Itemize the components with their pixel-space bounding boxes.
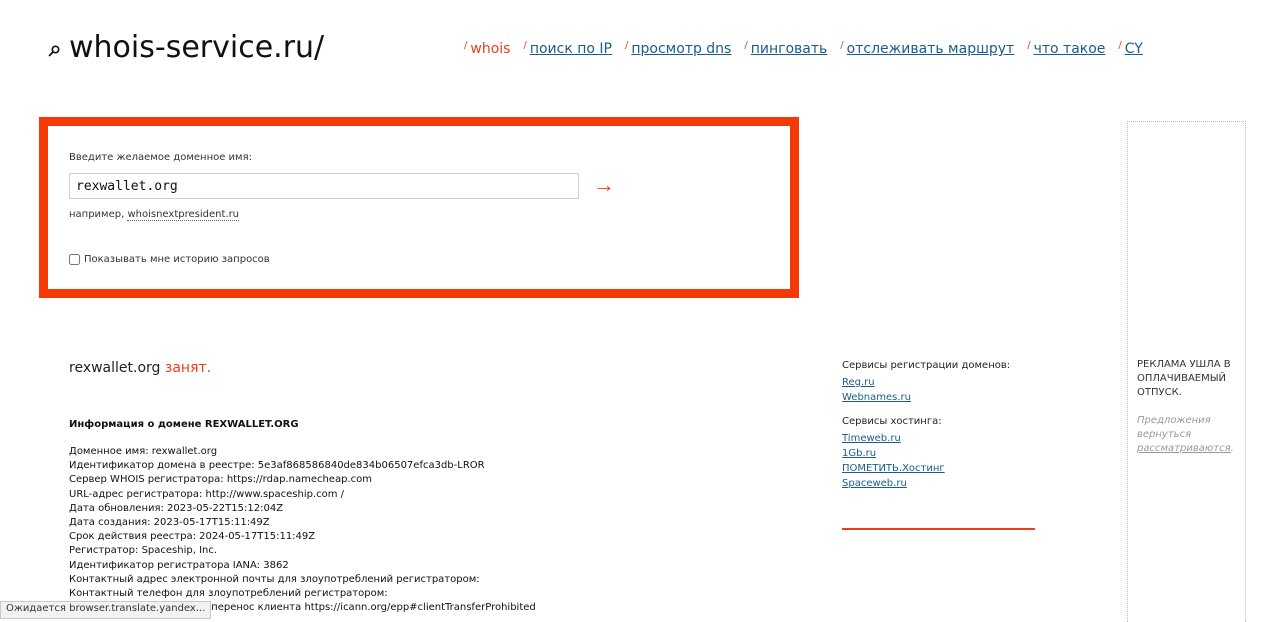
info-line: Сервер WHOIS регистратора: https://rdap.… — [69, 474, 372, 486]
service-link-1gb[interactable]: 1Gb.ru — [842, 448, 1010, 459]
info-line: Контактный адрес электронной почты для з… — [69, 573, 480, 585]
service-link-reg-ru[interactable]: Reg.ru — [842, 377, 1010, 388]
service-link-pometit[interactable]: ПОМЕТИТЬ.Хостинг — [842, 463, 1010, 474]
nav-link-traceroute[interactable]: отслеживать маршрут — [847, 41, 1015, 57]
info-line: Доменное имя: rexwallet.org — [69, 446, 218, 457]
ad-sub-link[interactable]: рассматриваются — [1137, 443, 1231, 454]
history-label: Показывать мне историю запросов — [84, 254, 270, 265]
info-line: Регистратор: Spaceship, Inc. — [69, 545, 218, 557]
info-line: Контактный телефон для злоупотреблений р… — [69, 588, 388, 600]
info-line: URL-адрес регистратора: http://www.space… — [69, 488, 345, 500]
nav-item-what-is[interactable]: / что такое — [1027, 40, 1106, 57]
nav-item-cy[interactable]: / CY — [1118, 40, 1143, 57]
search-icon — [48, 44, 60, 57]
nav-slash: / — [464, 40, 468, 51]
nav-slash: / — [840, 40, 844, 51]
nav-slash: / — [744, 40, 748, 51]
nav-slash: / — [1118, 40, 1122, 51]
result-domain: rexwallet.org — [69, 360, 161, 376]
main-nav: / whois / поиск по IP / просмотр dns / п… — [464, 40, 1156, 57]
history-option[interactable]: Показывать мне историю запросов — [69, 254, 270, 265]
hosting-services-heading: Сервисы хостинга: — [842, 416, 942, 427]
nav-link-dns[interactable]: просмотр dns — [631, 41, 731, 57]
nav-item-dns[interactable]: / просмотр dns — [625, 40, 731, 57]
nav-item-traceroute[interactable]: / отслеживать маршрут — [840, 40, 1015, 57]
ad-title: Реклама ушла в оплачиваемый отпуск. — [1137, 359, 1231, 398]
domain-input[interactable] — [69, 173, 579, 199]
submit-arrow-button[interactable]: → — [593, 174, 615, 196]
nav-link-ping[interactable]: пинговать — [751, 41, 828, 57]
ad-block: Реклама ушла в оплачиваемый отпуск. Пред… — [1127, 121, 1246, 622]
whois-search-form: Введите желаемое доменное имя: → наприме… — [39, 117, 799, 298]
ad-subtext: Предложения вернуться рассматриваются. — [1137, 414, 1243, 456]
result-status: rexwallet.org занят. — [69, 360, 211, 376]
nav-link-whois[interactable]: whois — [470, 41, 510, 57]
registration-services-heading: Сервисы регистрации доменов: — [842, 360, 1011, 371]
nav-slash: / — [523, 40, 527, 51]
services-panel: Сервисы регистрации доменов: Reg.ru Webn… — [842, 360, 1010, 493]
nav-slash: / — [625, 40, 629, 51]
nav-item-whois[interactable]: / whois — [464, 40, 510, 57]
example-hint: например, whoisnextpresident.ru — [69, 209, 240, 221]
nav-item-ping[interactable]: / пинговать — [744, 40, 828, 57]
browser-status-bar: Ожидается browser.translate.yandex... — [0, 601, 212, 619]
site-logo[interactable]: whois-service.ru/ — [47, 30, 324, 65]
service-link-spaceweb[interactable]: Spaceweb.ru — [842, 478, 1010, 489]
result-status-text: занят. — [164, 360, 212, 376]
ad-sub-suffix: . — [1230, 443, 1234, 454]
info-line: Идентификатор домена в реестре: 5e3af868… — [69, 460, 485, 472]
nav-link-ip-search[interactable]: поиск по IP — [530, 41, 612, 57]
ad-sub-prefix: Предложения вернуться — [1137, 415, 1211, 440]
info-line: Дата обновления: 2023-05-22T15:12:04Z — [69, 502, 284, 514]
nav-item-ip-search[interactable]: / поиск по IP — [523, 40, 612, 57]
domain-info-heading: Информация о домене REXWALLET.ORG — [69, 419, 299, 430]
info-line: Идентификатор регистратора IANA: 3862 — [69, 559, 289, 571]
info-line: Дата создания: 2023-05-17T15:11:49Z — [69, 517, 270, 529]
service-link-timeweb[interactable]: Timeweb.ru — [842, 433, 1010, 444]
info-line: Срок действия реестра: 2024-05-17T15:11:… — [69, 531, 316, 543]
example-link[interactable]: whoisnextpresident.ru — [127, 209, 240, 221]
history-checkbox[interactable] — [69, 254, 80, 265]
domain-info-list: Доменное имя: rexwallet.org Идентификато… — [69, 445, 536, 615]
logo-text: whois-service.ru/ — [69, 30, 325, 65]
service-link-webnames[interactable]: Webnames.ru — [842, 392, 1010, 403]
services-divider — [842, 528, 1035, 530]
nav-link-what-is[interactable]: что такое — [1034, 41, 1106, 57]
domain-input-label: Введите желаемое доменное имя: — [69, 152, 252, 163]
nav-slash: / — [1027, 40, 1031, 51]
nav-link-cy[interactable]: CY — [1125, 41, 1143, 57]
example-prefix: например, — [69, 209, 125, 220]
